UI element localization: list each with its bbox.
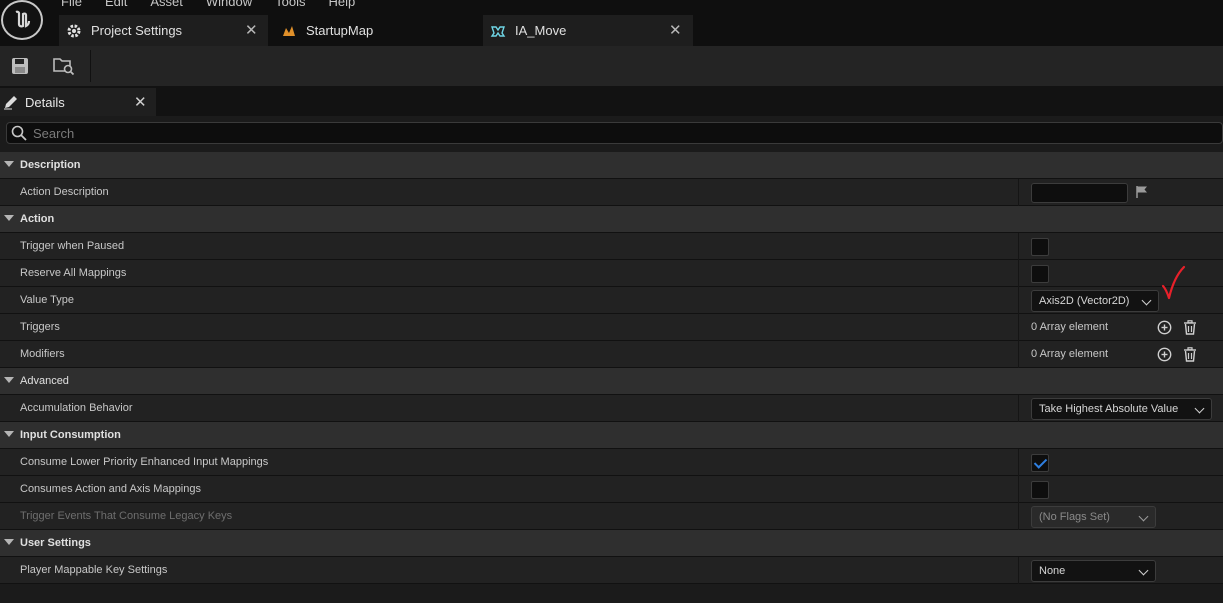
modifiers-count: 0 Array element	[1031, 348, 1109, 360]
column-splitter[interactable]	[1018, 287, 1019, 314]
category-input-consumption[interactable]: Input Consumption	[0, 422, 1223, 449]
pencil-icon	[4, 96, 17, 110]
column-splitter[interactable]	[1018, 233, 1019, 260]
tab-project-settings[interactable]: Project Settings ✕	[59, 15, 268, 46]
category-action[interactable]: Action	[0, 206, 1223, 233]
row-triggers: Triggers 0 Array element	[0, 314, 1223, 341]
tab-label: StartupMap	[306, 23, 374, 38]
collapse-caret-icon[interactable]	[4, 431, 14, 437]
triggers-count: 0 Array element	[1031, 321, 1109, 333]
trigger-events-legacy-dropdown: (No Flags Set)	[1031, 506, 1156, 528]
property-list: Description Action Description Action Tr…	[0, 152, 1223, 584]
tab-startup-map[interactable]: StartupMap	[274, 15, 479, 46]
localization-flag-icon[interactable]	[1135, 185, 1149, 202]
action-description-field[interactable]	[1031, 183, 1128, 203]
menu-edit[interactable]: Edit	[105, 0, 127, 9]
toolbar-separator	[90, 50, 91, 82]
tab-details[interactable]: Details ✕	[0, 88, 156, 116]
menu-asset[interactable]: Asset	[150, 0, 183, 9]
column-splitter[interactable]	[1018, 449, 1019, 476]
red-checkmark-annotation	[1160, 265, 1186, 304]
column-splitter[interactable]	[1018, 557, 1019, 584]
details-tab-label: Details	[25, 94, 65, 110]
menu-file[interactable]: File	[61, 0, 82, 9]
level-icon	[280, 22, 298, 40]
column-splitter[interactable]	[1018, 395, 1019, 422]
column-splitter[interactable]	[1018, 314, 1019, 341]
column-splitter[interactable]	[1018, 179, 1019, 206]
player-mappable-selected: None	[1039, 565, 1066, 577]
row-value-type: Value Type Axis2D (Vector2D)	[0, 287, 1223, 314]
chevron-down-icon	[1138, 565, 1149, 576]
value-type-selected: Axis2D (Vector2D)	[1039, 295, 1130, 307]
title-bar: File Edit Asset Window Tools Help Projec…	[0, 0, 1223, 46]
row-trigger-events-legacy: Trigger Events That Consume Legacy Keys …	[0, 503, 1223, 530]
accumulation-behavior-selected: Take Highest Absolute Value	[1039, 403, 1179, 415]
row-accumulation-behavior: Accumulation Behavior Take Highest Absol…	[0, 395, 1223, 422]
save-button[interactable]	[8, 54, 32, 78]
search-box[interactable]	[6, 122, 1223, 144]
consume-lower-priority-checkbox[interactable]	[1031, 454, 1049, 472]
menu-window[interactable]: Window	[206, 0, 252, 9]
row-trigger-when-paused: Trigger when Paused	[0, 233, 1223, 260]
menu-help[interactable]: Help	[328, 0, 355, 9]
trash-icon[interactable]	[1182, 319, 1198, 335]
trigger-events-legacy-selected: (No Flags Set)	[1039, 511, 1110, 523]
tab-ia-move[interactable]: IA_Move ✕	[483, 15, 693, 46]
row-reserve-all-mappings: Reserve All Mappings	[0, 260, 1223, 287]
row-consume-lower-priority: Consume Lower Priority Enhanced Input Ma…	[0, 449, 1223, 476]
collapse-caret-icon[interactable]	[4, 377, 14, 383]
category-advanced[interactable]: Advanced	[0, 368, 1223, 395]
gear-icon	[65, 22, 83, 40]
add-element-icon[interactable]	[1156, 319, 1172, 335]
asset-toolbar	[0, 46, 1223, 86]
details-tab-bar: Details ✕	[0, 86, 1223, 116]
category-user-settings[interactable]: User Settings	[0, 530, 1223, 557]
chevron-down-icon	[1138, 511, 1149, 522]
trash-icon[interactable]	[1182, 346, 1198, 362]
row-action-description: Action Description	[0, 179, 1223, 206]
consumes-action-axis-checkbox[interactable]	[1031, 481, 1049, 499]
category-description[interactable]: Description	[0, 152, 1223, 179]
row-modifiers: Modifiers 0 Array element	[0, 341, 1223, 368]
column-splitter[interactable]	[1018, 260, 1019, 287]
reserve-all-mappings-checkbox[interactable]	[1031, 265, 1049, 283]
player-mappable-dropdown[interactable]: None	[1031, 560, 1156, 582]
browse-to-asset-button[interactable]	[52, 54, 76, 78]
browse-folder-icon	[53, 58, 75, 76]
main-menu: File Edit Asset Window Tools Help	[61, 0, 378, 9]
close-tab-icon[interactable]: ✕	[245, 21, 258, 39]
search-icon	[11, 125, 27, 141]
unreal-logo-icon[interactable]	[1, 0, 43, 40]
collapse-caret-icon[interactable]	[4, 161, 14, 167]
search-input[interactable]	[33, 125, 1183, 141]
close-tab-icon[interactable]: ✕	[669, 21, 682, 39]
trigger-when-paused-checkbox[interactable]	[1031, 238, 1049, 256]
row-consumes-action-axis: Consumes Action and Axis Mappings	[0, 476, 1223, 503]
collapse-caret-icon[interactable]	[4, 539, 14, 545]
close-details-icon[interactable]: ✕	[134, 93, 147, 111]
column-splitter[interactable]	[1018, 341, 1019, 368]
tab-label: Project Settings	[91, 23, 183, 38]
menu-tools[interactable]: Tools	[275, 0, 305, 9]
column-splitter[interactable]	[1018, 503, 1019, 530]
input-action-icon	[489, 22, 507, 40]
collapse-caret-icon[interactable]	[4, 215, 14, 221]
save-icon	[12, 58, 28, 74]
value-type-dropdown[interactable]: Axis2D (Vector2D)	[1031, 290, 1159, 312]
row-player-mappable: Player Mappable Key Settings None	[0, 557, 1223, 584]
tab-label: IA_Move	[515, 23, 567, 38]
accumulation-behavior-dropdown[interactable]: Take Highest Absolute Value	[1031, 398, 1212, 420]
chevron-down-icon	[1194, 403, 1205, 414]
add-element-icon[interactable]	[1156, 346, 1172, 362]
chevron-down-icon	[1141, 295, 1152, 306]
column-splitter[interactable]	[1018, 476, 1019, 503]
